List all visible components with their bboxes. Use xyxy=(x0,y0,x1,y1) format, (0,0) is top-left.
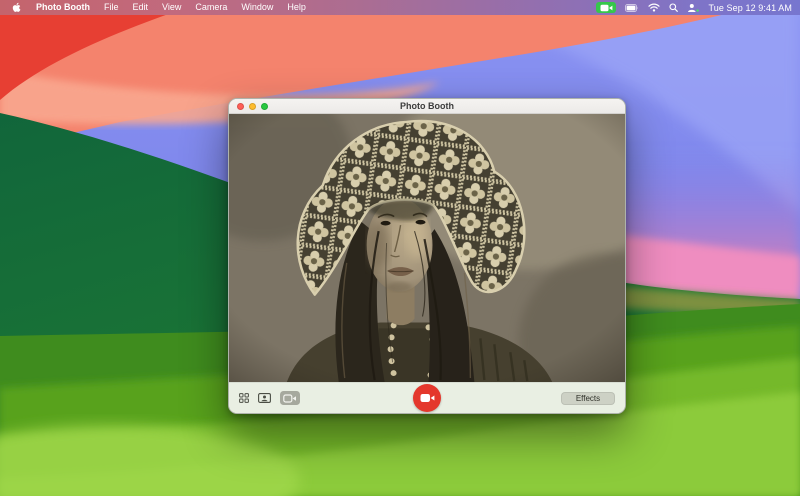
grid-view-button[interactable] xyxy=(239,391,249,405)
video-camera-icon xyxy=(283,393,296,403)
minimize-button[interactable] xyxy=(249,102,256,110)
menu-bar: Photo Booth File Edit View Camera Window… xyxy=(0,0,800,15)
camera-active-indicator[interactable] xyxy=(596,2,617,13)
effects-button[interactable]: Effects xyxy=(561,391,615,405)
menu-item-edit[interactable]: Edit xyxy=(126,0,156,15)
zoom-button[interactable] xyxy=(261,102,268,110)
camera-preview xyxy=(229,114,625,382)
mode-buttons xyxy=(239,391,300,405)
window-toolbar: Effects xyxy=(229,382,625,413)
menu-item-window[interactable]: Window xyxy=(234,0,280,15)
traffic-lights xyxy=(237,102,268,110)
battery-icon[interactable] xyxy=(625,3,639,12)
still-photo-icon xyxy=(258,393,271,403)
user-status-icon[interactable] xyxy=(687,3,700,13)
search-icon[interactable] xyxy=(669,3,679,12)
video-camera-icon xyxy=(420,394,434,402)
photo-booth-window: Photo Booth Effects xyxy=(228,98,626,414)
apple-icon xyxy=(12,2,21,12)
desktop: Photo Booth File Edit View Camera Window… xyxy=(0,0,800,496)
menu-bar-clock[interactable]: Tue Sep 12 9:41 AM xyxy=(708,3,792,13)
record-button[interactable] xyxy=(413,384,441,412)
menu-item-file[interactable]: File xyxy=(97,0,126,15)
take-photo-button[interactable] xyxy=(258,391,271,405)
grid-icon xyxy=(239,393,249,403)
menu-item-view[interactable]: View xyxy=(155,0,188,15)
menu-item-photo-booth[interactable]: Photo Booth xyxy=(29,0,97,15)
video-camera-icon xyxy=(600,4,613,11)
menu-item-camera[interactable]: Camera xyxy=(188,0,234,15)
apple-menu[interactable] xyxy=(8,2,29,13)
close-button[interactable] xyxy=(237,102,244,110)
menu-item-help[interactable]: Help xyxy=(280,0,313,15)
window-titlebar[interactable]: Photo Booth xyxy=(229,99,625,114)
wifi-icon[interactable] xyxy=(648,3,661,12)
record-video-mode-button[interactable] xyxy=(280,391,300,405)
window-title: Photo Booth xyxy=(400,101,454,111)
